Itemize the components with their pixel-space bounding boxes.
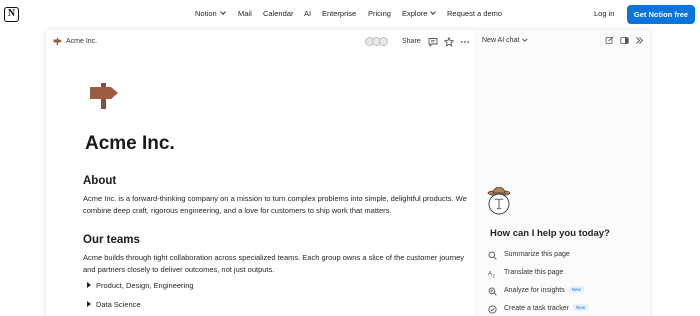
ai-avatar-icon bbox=[487, 187, 511, 215]
share-button[interactable]: Share bbox=[402, 38, 421, 45]
search-icon bbox=[488, 251, 497, 260]
zoom-icon bbox=[488, 287, 497, 296]
nav-notion[interactable]: Notion bbox=[195, 9, 226, 18]
nav-enterprise[interactable]: Enterprise bbox=[322, 9, 356, 18]
new-ai-chat-dropdown[interactable]: New AI chat bbox=[482, 35, 528, 44]
svg-text:A: A bbox=[488, 272, 492, 278]
chevron-down-icon bbox=[430, 9, 437, 15]
toggle-arrow-icon bbox=[87, 301, 91, 307]
breadcrumb[interactable]: Acme Inc. bbox=[66, 38, 97, 45]
svg-text:z: z bbox=[493, 274, 496, 279]
toggle-product-design-engineering[interactable]: Product, Design, Engineering bbox=[87, 281, 194, 290]
sidebar-icon[interactable] bbox=[620, 36, 629, 45]
nav-mail[interactable]: Mail bbox=[238, 9, 252, 18]
nav-calendar[interactable]: Calendar bbox=[263, 9, 293, 18]
ai-prompt-heading: How can I help you today? bbox=[490, 228, 610, 239]
about-paragraph: Acme Inc. is a forward-thinking company … bbox=[83, 194, 467, 215]
get-notion-free-button[interactable]: Get Notion free bbox=[627, 5, 695, 24]
collapse-icon[interactable] bbox=[635, 36, 644, 45]
teams-paragraph: Acme builds through tight collaboration … bbox=[83, 253, 465, 274]
star-icon[interactable] bbox=[444, 37, 454, 47]
ai-option-summarize[interactable]: Summarize this page bbox=[488, 249, 638, 263]
page-title: Acme Inc. bbox=[85, 133, 175, 154]
app-frame: Acme Inc. Share Acme Inc. About Acme Inc… bbox=[46, 30, 650, 316]
signpost-icon bbox=[53, 38, 62, 45]
ai-option-task-tracker[interactable]: Create a task tracker New bbox=[488, 303, 638, 316]
ai-chat-panel: New AI chat How can I help you today? Su… bbox=[474, 30, 650, 316]
translate-icon: A z bbox=[488, 272, 496, 279]
check-circle-icon bbox=[488, 305, 497, 314]
ai-option-translate[interactable]: A z Translate this page bbox=[488, 267, 638, 281]
nav-ai[interactable]: AI bbox=[304, 9, 311, 18]
avatar-stack[interactable] bbox=[365, 37, 391, 47]
nav-request-demo[interactable]: Request a demo bbox=[447, 9, 502, 18]
about-heading: About bbox=[83, 175, 117, 187]
teams-heading: Our teams bbox=[83, 234, 140, 246]
doc-topbar: Acme Inc. Share bbox=[46, 30, 474, 54]
nav-explore[interactable]: Explore bbox=[402, 9, 437, 18]
toggle-arrow-icon bbox=[87, 282, 91, 288]
toggle-data-science[interactable]: Data Science bbox=[87, 300, 141, 309]
more-icon[interactable] bbox=[460, 37, 470, 47]
site-nav: N Notion Mail Calendar AI Enterprise Pri… bbox=[0, 0, 700, 30]
chevron-down-icon bbox=[219, 9, 226, 15]
comment-icon[interactable] bbox=[428, 37, 438, 47]
avatar bbox=[379, 37, 388, 46]
ai-option-analyze[interactable]: Analyze for insights New bbox=[488, 285, 638, 299]
notion-logo[interactable]: N bbox=[4, 7, 19, 22]
new-badge: New bbox=[568, 286, 584, 293]
login-link[interactable]: Log in bbox=[594, 9, 614, 18]
nav-pricing[interactable]: Pricing bbox=[368, 9, 391, 18]
new-chat-icon[interactable] bbox=[605, 36, 614, 45]
page-icon-signpost bbox=[90, 83, 118, 109]
new-badge: New bbox=[572, 304, 588, 311]
chevron-down-icon bbox=[522, 35, 528, 41]
